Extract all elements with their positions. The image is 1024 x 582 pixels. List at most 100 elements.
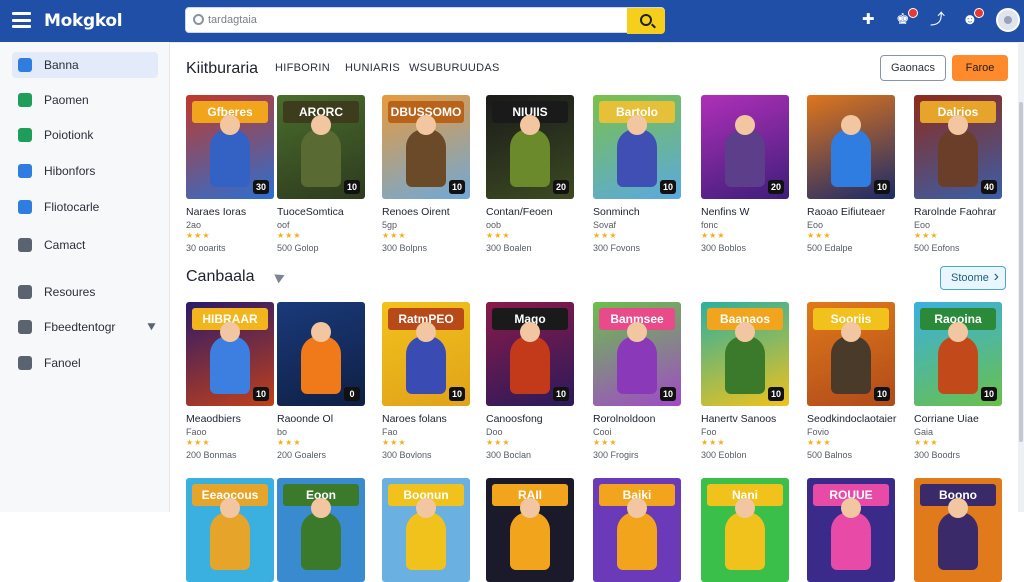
tab-1[interactable]: HIFBORIN <box>275 62 330 74</box>
see-more-button[interactable]: Stoome <box>940 266 1006 290</box>
game-subtitle: Fovio <box>807 427 830 437</box>
game-thumbnail[interactable]: Nani <box>701 478 789 582</box>
search-button[interactable] <box>627 8 665 34</box>
character-illustration <box>510 115 550 187</box>
sidebar-item-2[interactable]: Paomen <box>12 87 158 113</box>
sidebar-item-label: Fliotocarle <box>44 200 100 214</box>
game-thumbnail[interactable]: RatmPEO 10 <box>382 302 470 406</box>
sidebar-item-6[interactable]: Camact <box>12 232 158 258</box>
game-thumbnail[interactable]: ROUUE <box>807 478 895 582</box>
game-thumbnail[interactable]: DBUSSOMO 10 <box>382 95 470 199</box>
character-illustration <box>210 498 250 570</box>
tab-2[interactable]: HUNIARIS <box>345 62 400 74</box>
search-icon <box>193 14 204 25</box>
character-illustration <box>617 498 657 570</box>
character-illustration <box>831 498 871 570</box>
game-thumbnail[interactable]: Dalrios 40 <box>914 95 1002 199</box>
game-thumbnail[interactable]: ARORC 10 <box>277 95 365 199</box>
character-illustration <box>210 322 250 394</box>
sidebar-item-3[interactable]: Poiotionk <box>12 122 158 148</box>
game-thumbnail[interactable]: Eoon <box>277 478 365 582</box>
character-illustration <box>301 115 341 187</box>
home-icon <box>18 58 32 72</box>
section-title-1: Kiitburaria <box>186 60 259 77</box>
game-title: Sonminch <box>593 206 640 218</box>
game-thumbnail[interactable]: Boono <box>914 478 1002 582</box>
panel-icon <box>18 356 32 370</box>
game-thumbnail[interactable]: Boonun <box>382 478 470 582</box>
game-thumbnail[interactable]: RAII <box>486 478 574 582</box>
game-subtitle: Foo <box>701 427 717 437</box>
chat-badge <box>974 8 984 18</box>
game-controller-icon[interactable]: ✚ <box>862 11 875 29</box>
star-rating: ★★★ <box>486 231 511 240</box>
share-icon[interactable]: ⤴ <box>930 11 945 29</box>
game-subtitle: oof <box>277 220 290 230</box>
game-meta: 300 Frogirs <box>593 450 639 460</box>
character-illustration <box>406 322 446 394</box>
age-rating-badge: 30 <box>253 180 269 194</box>
scrollbar-thumb[interactable] <box>1019 102 1023 442</box>
secondary-button[interactable]: Gaonacs <box>880 55 946 81</box>
game-thumbnail[interactable]: Eeaocous <box>186 478 274 582</box>
sidebar-item-5[interactable]: Fliotocarle <box>12 194 158 220</box>
age-rating-badge: 0 <box>344 387 360 401</box>
game-thumbnail[interactable]: Baiki <box>593 478 681 582</box>
game-meta: 200 Goalers <box>277 450 327 460</box>
game-thumbnail[interactable]: Mago 10 <box>486 302 574 406</box>
menu-icon[interactable] <box>12 12 31 28</box>
game-subtitle: Cooi <box>593 427 612 437</box>
section-title-2: Canbaala <box>186 268 255 285</box>
star-rating: ★★★ <box>701 438 726 447</box>
sidebar-item-9[interactable]: Fanoel <box>12 350 158 376</box>
game-thumbnail[interactable]: HIBRAAR 10 <box>186 302 274 406</box>
game-subtitle: 5gp <box>382 220 398 230</box>
star-rating: ★★★ <box>807 438 832 447</box>
sidebar-item-1[interactable]: Banna <box>12 52 158 78</box>
arrow-icon[interactable] <box>274 270 287 284</box>
sidebar-item-8[interactable]: Fbeedtentogr <box>12 314 158 340</box>
scrollbar[interactable] <box>1018 42 1024 512</box>
game-subtitle: bo <box>277 427 288 437</box>
sidebar-item-7[interactable]: Resoures <box>12 279 158 305</box>
header-divider <box>170 42 1024 43</box>
star-rating: ★★★ <box>807 231 832 240</box>
game-meta: 300 Eoblon <box>701 450 747 460</box>
character-illustration <box>725 498 765 570</box>
game-meta: 30 ooarits <box>186 243 226 253</box>
game-subtitle: Gaia <box>914 427 934 437</box>
star-rating: ★★★ <box>914 438 939 447</box>
game-thumbnail[interactable]: Sooriis 10 <box>807 302 895 406</box>
star-rating: ★★★ <box>486 438 511 447</box>
game-thumbnail[interactable]: Banmsee 10 <box>593 302 681 406</box>
game-thumbnail[interactable]: Baanaos 10 <box>701 302 789 406</box>
game-title: Meaodbiers <box>186 413 241 425</box>
app-logo[interactable]: Mokgkol <box>44 11 123 31</box>
up-arrow-icon <box>18 93 32 107</box>
game-thumbnail[interactable]: 0 <box>277 302 365 406</box>
primary-button[interactable]: Faroe <box>952 55 1008 81</box>
game-thumbnail[interactable]: Raooina 10 <box>914 302 1002 406</box>
age-rating-badge: 10 <box>768 387 784 401</box>
expand-arrow-icon[interactable] <box>147 319 158 331</box>
age-rating-badge: 10 <box>553 387 569 401</box>
game-thumbnail[interactable]: Gfberes 30 <box>186 95 274 199</box>
game-thumbnail[interactable]: NIUIIS 20 <box>486 95 574 199</box>
sidebar-item-4[interactable]: Hibonfors <box>12 158 158 184</box>
controller-icon <box>18 238 32 252</box>
sidebar-item-label: Fanoel <box>44 356 81 370</box>
character-illustration <box>617 322 657 394</box>
search-bar[interactable]: tardagtaia <box>185 7 665 33</box>
game-title: Corriane Uiae <box>914 413 979 425</box>
search-input[interactable]: tardagtaia <box>208 14 257 26</box>
game-meta: 300 Bolpns <box>382 243 428 253</box>
game-thumbnail[interactable]: Bartolo 10 <box>593 95 681 199</box>
character-illustration <box>406 498 446 570</box>
character-illustration <box>938 322 978 394</box>
game-subtitle: 2ao <box>186 220 202 230</box>
game-meta: 500 Edalpe <box>807 243 853 253</box>
user-avatar[interactable] <box>996 8 1020 32</box>
game-thumbnail[interactable]: 10 <box>807 95 895 199</box>
game-thumbnail[interactable]: 20 <box>701 95 789 199</box>
tab-3[interactable]: WSUBURUUDAS <box>409 62 500 74</box>
